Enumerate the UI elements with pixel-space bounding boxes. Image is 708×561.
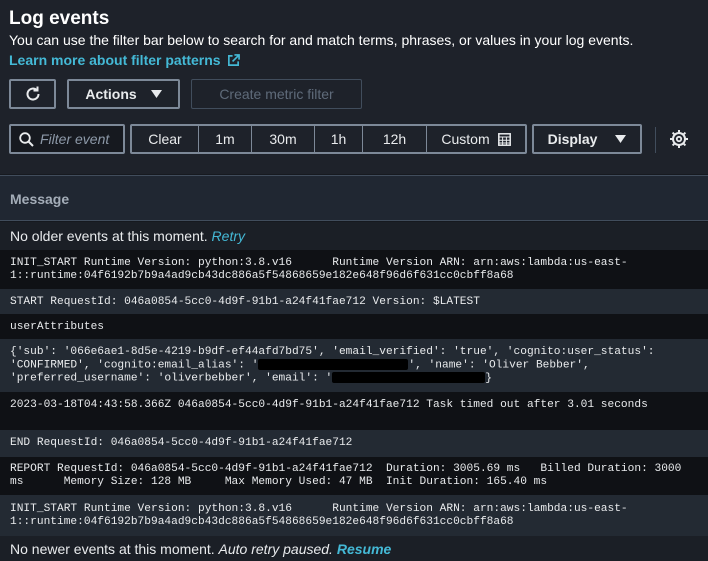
log-line: END RequestId: 046a0854-5cc0-4d9f-91b1-a… bbox=[10, 437, 353, 449]
learn-more-link[interactable]: Learn more about filter patterns bbox=[9, 52, 240, 68]
log-line: 2023-03-18T04:43:58.366Z 046a0854-5cc0-4… bbox=[10, 399, 648, 411]
log-line: START RequestId: 046a0854-5cc0-4d9f-91b1… bbox=[10, 296, 480, 308]
log-event-row[interactable]: {'sub': '066e6ae1-8d5e-4219-b9df-ef44afd… bbox=[0, 339, 708, 392]
log-line: REPORT RequestId: 046a0854-5cc0-4d9f-91b… bbox=[10, 463, 682, 475]
gear-icon[interactable] bbox=[669, 129, 689, 149]
log-line: INIT_START Runtime Version: python:3.8.v… bbox=[10, 503, 628, 515]
message-column-header: Message bbox=[0, 175, 708, 221]
log-text: ', 'name': 'Oliver Bebber', bbox=[408, 359, 590, 372]
log-event-row[interactable]: INIT_START Runtime Version: python:3.8.v… bbox=[0, 250, 708, 289]
no-older-events-text: No older events at this moment. bbox=[10, 228, 208, 244]
log-event-row[interactable]: INIT_START Runtime Version: python:3.8.v… bbox=[0, 495, 708, 536]
learn-more-label: Learn more about filter patterns bbox=[9, 52, 221, 68]
calendar-icon bbox=[497, 132, 511, 146]
log-line: ms Memory Size: 128 MB Max Memory Used: … bbox=[10, 476, 548, 488]
range-12h[interactable]: 12h bbox=[363, 126, 427, 152]
log-text: 'CONFIRMED', 'cognito:email_alias': ' bbox=[10, 359, 259, 372]
log-line: 'CONFIRMED', 'cognito:email_alias': ' ', … bbox=[10, 359, 698, 372]
actions-label: Actions bbox=[85, 86, 137, 102]
refresh-icon bbox=[26, 86, 40, 101]
log-line: 1::runtime:04f6192b7b9a4ad9cb43dc886a5f5… bbox=[10, 270, 514, 282]
log-event-row[interactable]: END RequestId: 046a0854-5cc0-4d9f-91b1-a… bbox=[0, 430, 708, 457]
external-link-icon bbox=[227, 53, 240, 66]
no-older-events-row: No older events at this moment. Retry bbox=[0, 222, 708, 250]
range-1h[interactable]: 1h bbox=[315, 126, 363, 152]
toolbar-divider bbox=[655, 127, 656, 153]
log-line: userAttributes bbox=[10, 321, 104, 333]
create-metric-filter-button[interactable]: Create metric filter bbox=[191, 79, 362, 109]
caret-down-icon bbox=[615, 135, 627, 143]
range-30m[interactable]: 30m bbox=[252, 126, 315, 152]
range-custom[interactable]: Custom bbox=[427, 126, 525, 152]
retry-link[interactable]: Retry bbox=[212, 228, 245, 244]
filter-events-field[interactable] bbox=[9, 124, 125, 154]
clear-button[interactable]: Clear bbox=[132, 126, 199, 152]
actions-button[interactable]: Actions bbox=[67, 79, 180, 109]
display-button[interactable]: Display bbox=[532, 124, 642, 154]
no-newer-events-row: No newer events at this moment. Auto ret… bbox=[0, 536, 708, 561]
log-text: } bbox=[485, 372, 492, 385]
log-line: INIT_START Runtime Version: python:3.8.v… bbox=[10, 257, 628, 269]
message-column-label: Message bbox=[10, 191, 70, 207]
log-events-header: Log events You can use the filter bar be… bbox=[0, 0, 708, 174]
log-event-row[interactable]: 2023-03-18T04:43:58.366Z 046a0854-5cc0-4… bbox=[0, 392, 708, 430]
filter-events-input[interactable] bbox=[40, 131, 120, 147]
redacted-email bbox=[258, 359, 409, 370]
resume-link[interactable]: Resume bbox=[337, 541, 391, 557]
time-range-selector: Clear 1m 30m 1h 12h Custom bbox=[130, 124, 527, 154]
custom-label: Custom bbox=[441, 131, 490, 147]
log-line: 'preferred_username': 'oliverbebber', 'e… bbox=[10, 372, 698, 385]
search-icon bbox=[19, 131, 34, 147]
log-line: 1::runtime:04f6192b7b9a4ad9cb43dc886a5f5… bbox=[10, 516, 514, 528]
auto-retry-text: Auto retry paused. bbox=[218, 540, 333, 557]
no-newer-events-text: No newer events at this moment. bbox=[10, 540, 215, 557]
caret-down-icon bbox=[150, 90, 162, 98]
log-event-row[interactable]: REPORT RequestId: 046a0854-5cc0-4d9f-91b… bbox=[0, 457, 708, 495]
log-text: 'preferred_username': 'oliverbebber', 'e… bbox=[10, 372, 333, 385]
redacted-email bbox=[332, 372, 486, 384]
refresh-button[interactable] bbox=[9, 79, 56, 109]
log-event-row[interactable]: userAttributes bbox=[0, 314, 708, 339]
log-line: {'sub': '066e6ae1-8d5e-4219-b9df-ef44afd… bbox=[10, 346, 655, 358]
range-1m[interactable]: 1m bbox=[199, 126, 252, 152]
log-event-row[interactable]: START RequestId: 046a0854-5cc0-4d9f-91b1… bbox=[0, 289, 708, 314]
page-title: Log events bbox=[9, 8, 110, 29]
page-description: You can use the filter bar below to sear… bbox=[9, 32, 634, 48]
display-label: Display bbox=[547, 131, 598, 147]
